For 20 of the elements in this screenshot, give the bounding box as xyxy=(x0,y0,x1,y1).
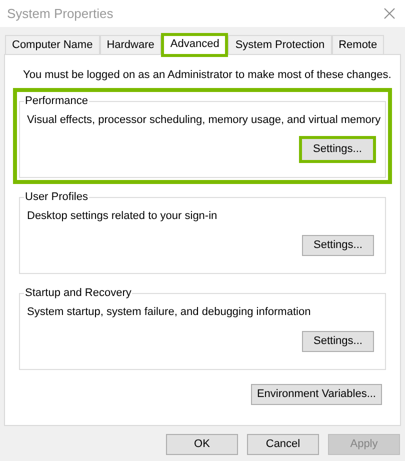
tab[interactable]: Remote xyxy=(332,35,384,55)
window-title: System Properties xyxy=(7,4,114,23)
tab[interactable]: Computer Name xyxy=(5,35,100,55)
settings-button[interactable]: Settings... xyxy=(302,331,374,352)
environment-variables-button[interactable]: Environment Variables... xyxy=(250,384,382,405)
group-title: Performance xyxy=(24,94,89,108)
group-description: System startup, system failure, and debugging information xyxy=(27,305,312,320)
tab[interactable]: Hardware xyxy=(100,35,162,55)
dialog-button[interactable]: OK xyxy=(166,434,238,455)
settings-button[interactable]: Settings... xyxy=(302,235,374,256)
tab[interactable]: System Protection xyxy=(228,35,332,55)
tab[interactable]: Advanced xyxy=(161,33,228,57)
dialog-button[interactable]: Cancel xyxy=(247,434,319,455)
group-description: Desktop settings related to your sign-in xyxy=(27,209,218,224)
group-title: Startup and Recovery xyxy=(24,286,132,300)
settings-button[interactable]: Settings... xyxy=(299,136,376,163)
group-description: Visual effects, processor scheduling, memory usage, and virtual memory xyxy=(27,113,378,128)
close-icon[interactable] xyxy=(384,8,395,19)
notice-text: You must be logged on as an Administrator to make most of these changes. xyxy=(23,68,392,83)
group-title: User Profiles xyxy=(24,190,89,204)
